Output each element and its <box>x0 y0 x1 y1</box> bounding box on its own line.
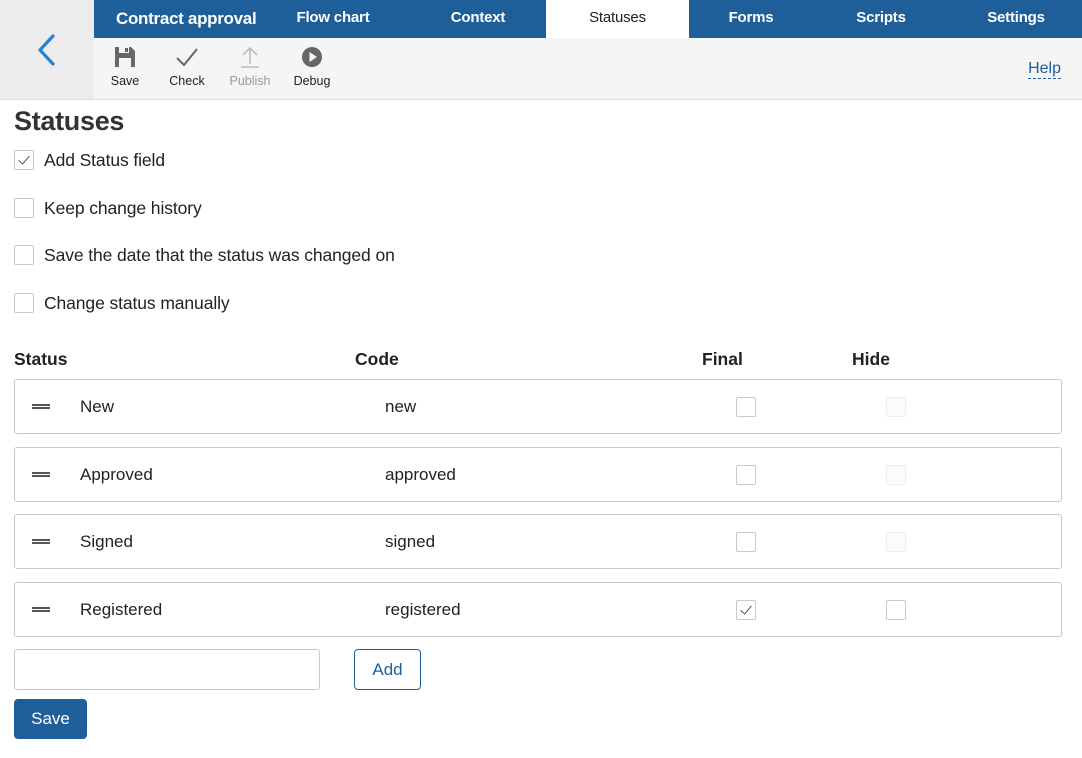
status-row: Approved approved <box>14 447 1062 502</box>
drag-handle-icon[interactable] <box>32 539 50 544</box>
publish-tool-button[interactable]: Publish <box>220 38 280 100</box>
add-status-field-checkbox[interactable] <box>14 150 34 170</box>
hide-checkbox <box>886 532 906 552</box>
toolbar: Save Check Publish Debug Help <box>94 38 1082 100</box>
status-name: Signed <box>80 532 133 551</box>
floppy-disk-icon <box>115 47 135 67</box>
checkmark-icon <box>176 48 198 67</box>
play-circle-icon <box>302 47 322 67</box>
option-keep-change-history[interactable]: Keep change history <box>14 198 202 218</box>
final-checkbox[interactable] <box>736 465 756 485</box>
help-link[interactable]: Help <box>1028 60 1061 79</box>
app-title: Contract approval <box>116 9 257 28</box>
option-label: Add Status field <box>44 149 165 170</box>
debug-tool-label: Debug <box>293 74 331 88</box>
tab-context[interactable]: Context <box>424 0 532 38</box>
status-code: registered <box>385 600 461 619</box>
status-name: Approved <box>80 465 153 484</box>
chevron-left-icon <box>38 34 55 66</box>
hide-checkbox[interactable] <box>886 600 906 620</box>
top-navigation-bar: Contract approval Flow chart Context Sta… <box>94 0 1082 38</box>
option-change-status-manually[interactable]: Change status manually <box>14 293 230 313</box>
tab-scripts[interactable]: Scripts <box>834 0 928 38</box>
drag-handle-icon[interactable] <box>32 472 50 477</box>
option-add-status-field[interactable]: Add Status field <box>14 150 165 170</box>
option-label: Save the date that the status was change… <box>44 244 395 265</box>
save-tool-label: Save <box>110 74 140 88</box>
debug-tool-button[interactable]: Debug <box>282 38 342 100</box>
status-code: new <box>385 397 417 416</box>
column-header-code: Code <box>355 349 399 369</box>
check-tool-button[interactable]: Check <box>157 38 217 100</box>
save-tool-button[interactable]: Save <box>95 38 155 100</box>
status-code: approved <box>385 465 456 484</box>
status-row: Signed signed <box>14 514 1062 569</box>
new-status-input[interactable] <box>14 649 320 690</box>
keep-change-history-checkbox[interactable] <box>14 198 34 218</box>
final-checkbox[interactable] <box>736 397 756 417</box>
option-save-status-date[interactable]: Save the date that the status was change… <box>14 245 395 265</box>
hide-checkbox <box>886 465 906 485</box>
check-tool-label: Check <box>169 74 205 88</box>
column-header-status: Status <box>14 349 68 369</box>
column-header-hide: Hide <box>852 349 890 369</box>
back-panel <box>0 0 94 100</box>
final-checkbox[interactable] <box>736 532 756 552</box>
back-button[interactable] <box>30 30 64 70</box>
hide-checkbox <box>886 397 906 417</box>
drag-handle-icon[interactable] <box>32 404 50 409</box>
save-button[interactable]: Save <box>14 699 87 739</box>
option-label: Change status manually <box>44 292 230 313</box>
upload-icon <box>241 46 259 68</box>
final-checkbox[interactable] <box>736 600 756 620</box>
add-button[interactable]: Add <box>354 649 421 690</box>
page-title: Statuses <box>14 106 125 136</box>
status-code: signed <box>385 532 436 551</box>
status-row: Registered registered <box>14 582 1062 637</box>
change-status-manually-checkbox[interactable] <box>14 293 34 313</box>
tab-statuses[interactable]: Statuses <box>546 0 689 38</box>
tab-settings[interactable]: Settings <box>966 0 1066 38</box>
save-status-date-checkbox[interactable] <box>14 245 34 265</box>
tab-flow-chart[interactable]: Flow chart <box>272 0 394 38</box>
status-row: New new <box>14 379 1062 434</box>
drag-handle-icon[interactable] <box>32 607 50 612</box>
status-name: New <box>80 397 115 416</box>
tab-forms[interactable]: Forms <box>704 0 798 38</box>
option-label: Keep change history <box>44 197 202 218</box>
status-name: Registered <box>80 600 163 619</box>
publish-tool-label: Publish <box>229 74 271 88</box>
column-header-final: Final <box>702 349 743 369</box>
